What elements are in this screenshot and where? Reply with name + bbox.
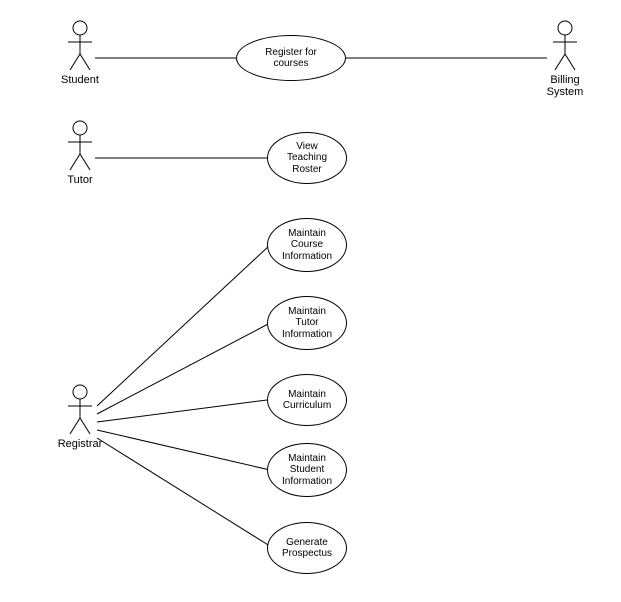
actor-label: Registrar bbox=[50, 438, 110, 450]
use-case-diagram: Student Billing System Tutor Reg bbox=[0, 0, 621, 602]
actor-registrar: Registrar bbox=[50, 384, 110, 450]
actor-label: Tutor bbox=[50, 174, 110, 186]
usecase-maintain-student-information: Maintain Student Information bbox=[267, 443, 347, 497]
usecase-label: Maintain Curriculum bbox=[283, 389, 331, 412]
usecase-label: Maintain Tutor Information bbox=[282, 306, 332, 341]
stick-figure-icon bbox=[65, 384, 95, 436]
usecase-label: View Teaching Roster bbox=[287, 141, 327, 176]
usecase-maintain-course-information: Maintain Course Information bbox=[267, 218, 347, 272]
stick-figure-icon bbox=[65, 120, 95, 172]
usecase-label: Maintain Student Information bbox=[282, 453, 332, 488]
usecase-maintain-curriculum: Maintain Curriculum bbox=[267, 374, 347, 426]
usecase-label: Maintain Course Information bbox=[282, 228, 332, 263]
usecase-register-for-courses: Register for courses bbox=[236, 35, 346, 81]
stick-figure-icon bbox=[65, 20, 95, 72]
actor-tutor: Tutor bbox=[50, 120, 110, 186]
usecase-view-teaching-roster: View Teaching Roster bbox=[267, 132, 347, 184]
usecase-label: Generate Prospectus bbox=[282, 537, 332, 560]
actor-label: Billing System bbox=[535, 74, 595, 98]
actor-student: Student bbox=[50, 20, 110, 86]
usecase-label: Register for courses bbox=[265, 47, 317, 70]
actor-billing-system: Billing System bbox=[535, 20, 595, 98]
stick-figure-icon bbox=[550, 20, 580, 72]
usecase-generate-prospectus: Generate Prospectus bbox=[267, 522, 347, 574]
usecase-maintain-tutor-information: Maintain Tutor Information bbox=[267, 296, 347, 350]
actor-label: Student bbox=[50, 74, 110, 86]
